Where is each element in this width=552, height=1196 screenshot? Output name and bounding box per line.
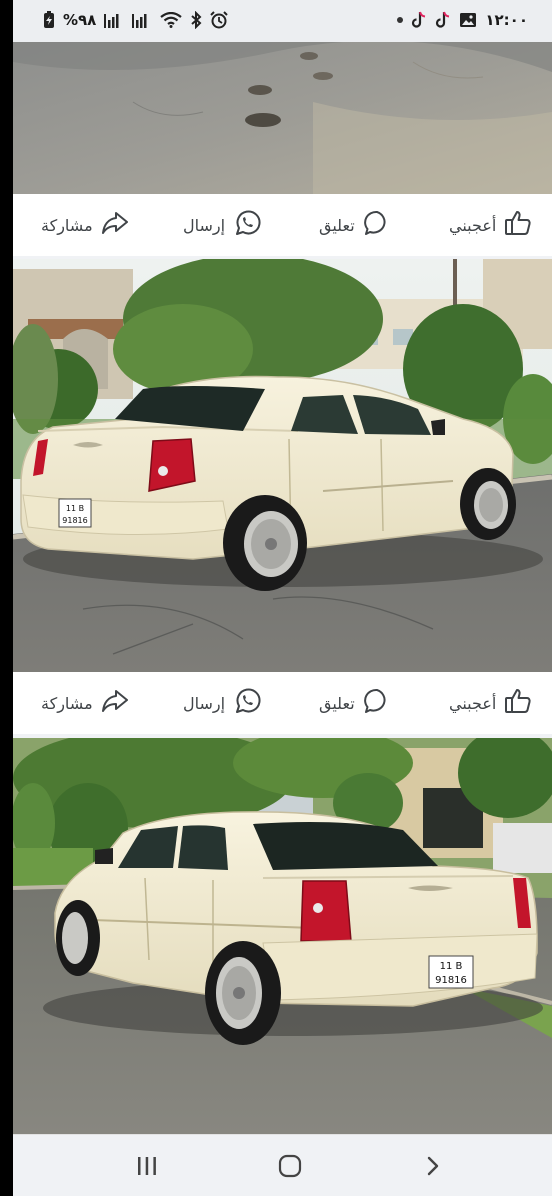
whatsapp-icon: [233, 209, 261, 241]
comment-label: تعليق: [319, 215, 355, 235]
home-icon[interactable]: [275, 1153, 305, 1179]
car-photo-3-rear-right[interactable]: 11 B 91816: [13, 738, 552, 1134]
like-button[interactable]: أعجبني: [449, 194, 532, 256]
notification-dot-icon: [397, 17, 404, 23]
clock: ١٢:٠٠: [485, 11, 528, 29]
recent-apps-icon[interactable]: [132, 1153, 162, 1179]
license-plate-line2: 91816: [435, 975, 467, 986]
share-label: مشاركة: [41, 693, 93, 713]
comment-bubble-icon: [363, 687, 391, 719]
share-button[interactable]: مشاركة: [41, 672, 129, 734]
send-button[interactable]: إرسال: [183, 672, 261, 734]
thumbs-up-icon: [504, 209, 532, 241]
signal-icon: [104, 10, 124, 30]
license-plate-line1: 11 B: [66, 504, 84, 513]
car-photo-1-ground[interactable]: [13, 42, 552, 194]
send-label: إرسال: [183, 215, 226, 235]
license-plate-line2: 91816: [62, 516, 87, 525]
gallery-icon: [459, 10, 477, 30]
tiktok-icon: [435, 10, 451, 30]
send-label: إرسال: [183, 693, 226, 713]
comment-button[interactable]: تعليق: [319, 672, 391, 734]
status-right: ١٢:٠٠: [397, 10, 528, 30]
thumbs-up-icon: [504, 687, 532, 719]
car-photo-2-rear-left[interactable]: 11 B 91816: [13, 259, 552, 672]
comment-bubble-icon: [363, 209, 391, 241]
tiktok-icon: [411, 10, 427, 30]
post-action-bar: مشاركة إرسال تعليق أعجبني: [13, 672, 552, 734]
comment-label: تعليق: [319, 693, 355, 713]
share-label: مشاركة: [41, 215, 93, 235]
like-label: أعجبني: [449, 215, 497, 235]
status-bar: %٩٨ ١٢:٠٠: [13, 0, 552, 42]
like-label: أعجبني: [449, 693, 497, 713]
bluetooth-icon: [190, 10, 202, 30]
signal-icon: [132, 10, 152, 30]
share-button[interactable]: مشاركة: [41, 194, 129, 256]
comment-button[interactable]: تعليق: [319, 194, 391, 256]
battery-charging-icon: [43, 10, 55, 30]
wifi-icon: [160, 10, 183, 30]
share-arrow-icon: [101, 210, 129, 240]
alarm-icon: [210, 10, 229, 30]
share-arrow-icon: [101, 688, 129, 718]
like-button[interactable]: أعجبني: [449, 672, 532, 734]
back-icon[interactable]: [418, 1153, 448, 1179]
system-nav-bar: [13, 1134, 552, 1196]
battery-percent: %٩٨: [63, 11, 97, 29]
post-action-bar: مشاركة إرسال تعليق أعجبني: [13, 194, 552, 256]
whatsapp-icon: [233, 687, 261, 719]
screen: %٩٨ ١٢:٠٠ مشاركة إرسال تعليق أعجبني 11 B…: [13, 0, 552, 1196]
license-plate-line1: 11 B: [440, 961, 463, 972]
status-left: %٩٨: [43, 10, 229, 30]
send-button[interactable]: إرسال: [183, 194, 261, 256]
